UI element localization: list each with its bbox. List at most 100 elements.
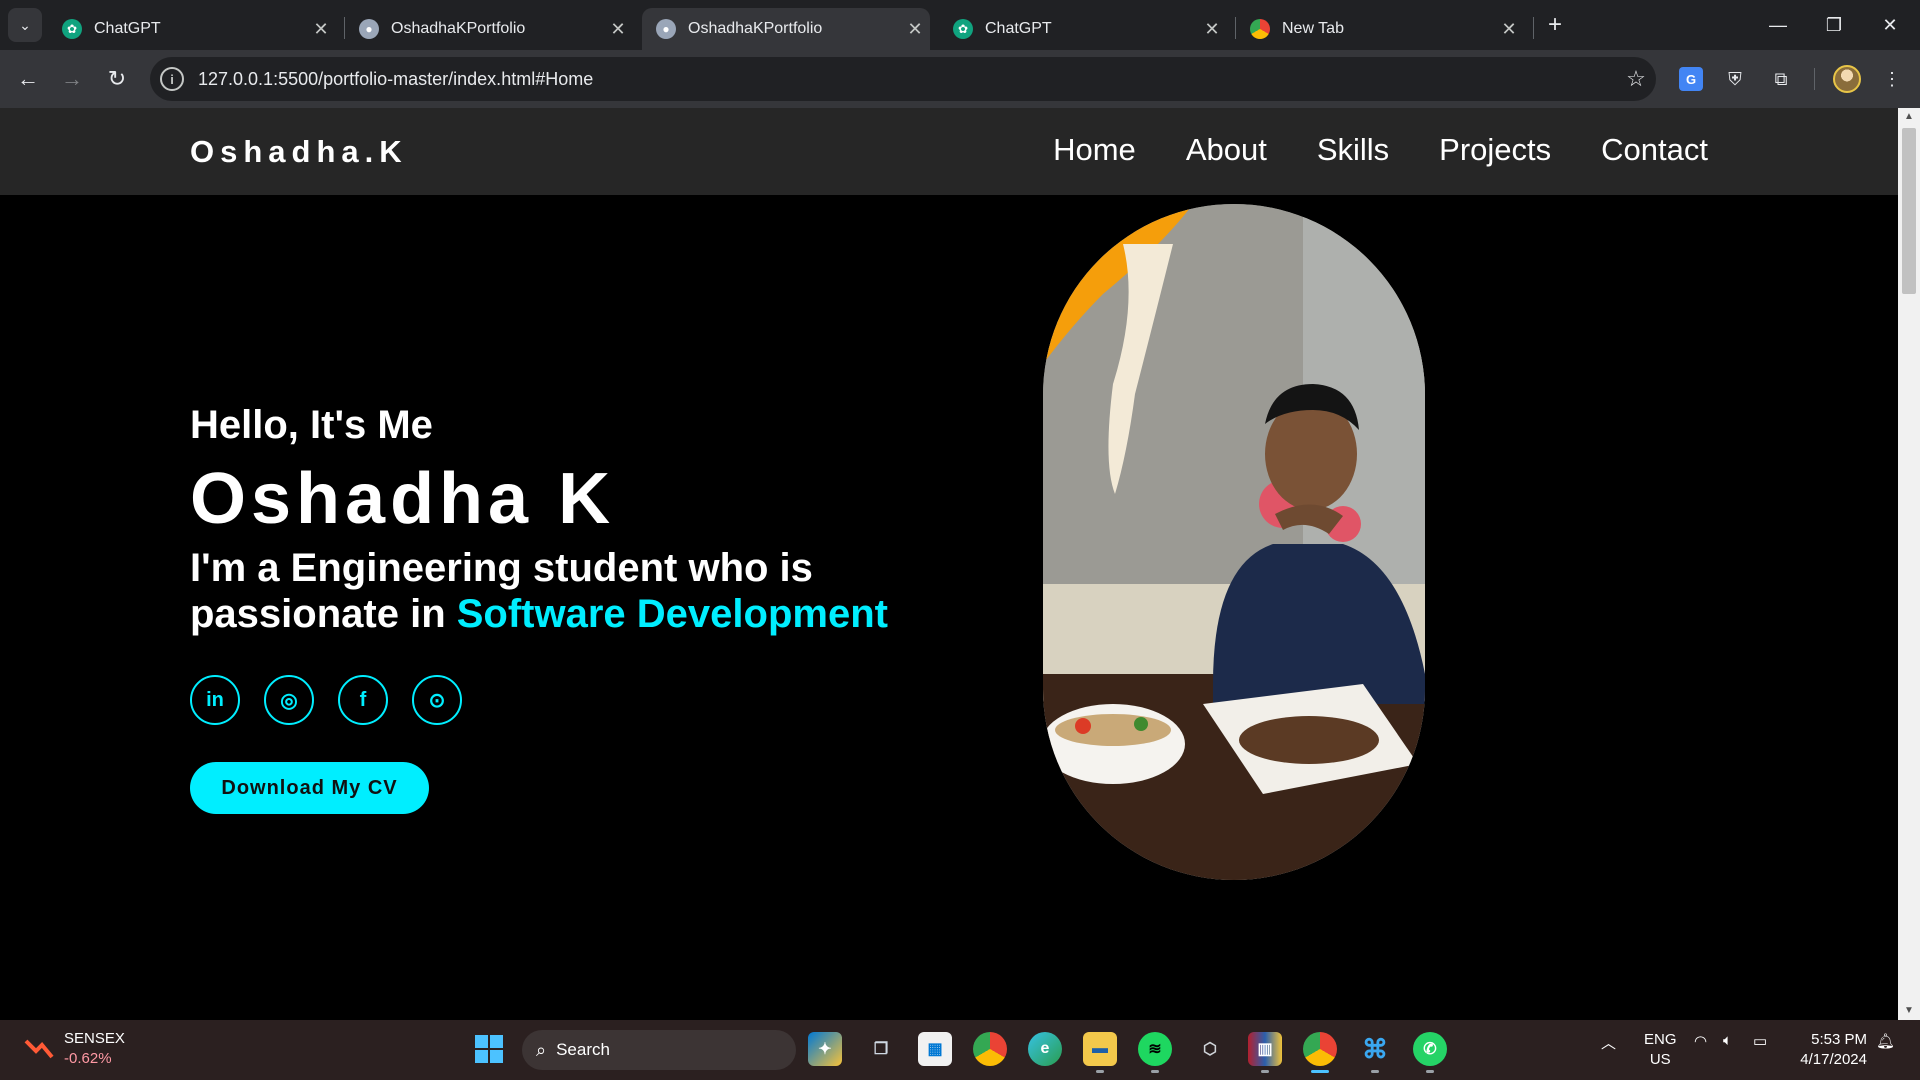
chrome-profile-icon[interactable] (1303, 1032, 1337, 1066)
system-clock[interactable]: 5:53 PM 4/17/2024 (1793, 1030, 1867, 1070)
running-indicator (1151, 1070, 1159, 1073)
running-indicator (1371, 1070, 1379, 1073)
whatsapp-icon[interactable]: ✆ (1413, 1032, 1447, 1066)
extensions-puzzle-icon[interactable]: ⧉ (1765, 63, 1797, 95)
tab-portfolio-2[interactable]: ● OshadhaKPortfolio ✕ (642, 8, 930, 50)
stock-ticker-icon[interactable] (24, 1035, 54, 1061)
show-hidden-icons-chevron-icon[interactable]: ︿ (1601, 1032, 1616, 1053)
close-icon[interactable]: ✕ (1494, 19, 1524, 40)
language-indicator[interactable]: ENG US (1644, 1030, 1677, 1070)
search-icon: ⌕ (536, 1039, 547, 1060)
close-window-button[interactable]: ✕ (1862, 0, 1918, 50)
download-cv-button[interactable]: Download My CV (190, 762, 429, 814)
close-icon[interactable]: ✕ (306, 19, 336, 40)
nav-contact[interactable]: Contact (1601, 132, 1708, 168)
browser-toolbar: ← → ↻ i 127.0.0.1:5500/portfolio-master/… (0, 50, 1920, 108)
active-indicator (1311, 1070, 1329, 1073)
task-view-icon[interactable]: ❐ (864, 1032, 898, 1066)
tagline-accent: Software Development (456, 592, 888, 636)
profile-photo-illustration (1043, 204, 1425, 880)
hero-tagline: I'm a Engineering student who is passion… (190, 545, 950, 637)
new-tab-button[interactable]: + (1538, 8, 1572, 42)
scroll-down-arrow-icon[interactable]: ▼ (1898, 1002, 1920, 1020)
close-icon[interactable]: ✕ (900, 19, 930, 40)
close-icon[interactable]: ✕ (1197, 19, 1227, 40)
running-indicator (1096, 1070, 1104, 1073)
tab-chatgpt-2[interactable]: ✿ ChatGPT ✕ (939, 8, 1227, 50)
github-icon[interactable]: ⊙ (412, 675, 462, 725)
shield-extension-icon[interactable]: ⛨ (1719, 63, 1751, 95)
site-nav: Home About Skills Projects Contact (1053, 132, 1708, 168)
taskbar-search[interactable]: ⌕ Search (522, 1030, 796, 1070)
profile-avatar[interactable] (1833, 65, 1861, 93)
avatar-icon: ● (656, 19, 676, 39)
volume-icon[interactable]: 🔈︎ (1723, 1032, 1732, 1049)
scrollbar-thumb[interactable] (1902, 128, 1916, 294)
chatgpt-icon: ✿ (62, 19, 82, 39)
windows-taskbar: SENSEX -0.62% ⌕ Search ✦ ❐ ▦ e ▬ ≋ ⬡ ▥ ⌘… (0, 1020, 1920, 1080)
linkedin-icon[interactable]: in (190, 675, 240, 725)
toolbar-divider (1814, 68, 1815, 90)
wifi-icon[interactable]: ◠ (1694, 1032, 1707, 1050)
address-bar[interactable]: i 127.0.0.1:5500/portfolio-master/index.… (150, 57, 1656, 101)
tab-chatgpt-1[interactable]: ✿ ChatGPT ✕ (48, 8, 336, 50)
minimize-button[interactable]: — (1750, 0, 1806, 50)
battery-icon[interactable]: ▭ (1753, 1032, 1767, 1050)
running-indicator (1426, 1070, 1434, 1073)
tab-new-tab[interactable]: New Tab ✕ (1236, 8, 1524, 50)
hero-greeting: Hello, It's Me (190, 403, 433, 447)
url-text[interactable]: 127.0.0.1:5500/portfolio-master/index.ht… (198, 69, 1616, 90)
notification-bell-icon[interactable]: 🔔︎ (1876, 1032, 1895, 1050)
edge-icon[interactable]: e (1028, 1032, 1062, 1066)
nav-home[interactable]: Home (1053, 132, 1136, 168)
avatar-icon: ● (359, 19, 379, 39)
search-placeholder: Search (556, 1040, 610, 1059)
hero-name: Oshadha K (190, 459, 616, 539)
file-explorer-icon[interactable]: ▬ (1083, 1032, 1117, 1066)
tab-search-button[interactable]: ⌄ (8, 8, 42, 42)
chrome-icon (1250, 19, 1270, 39)
tab-title: ChatGPT (985, 20, 1052, 37)
close-icon[interactable]: ✕ (603, 19, 633, 40)
clock-date: 4/17/2024 (1800, 1051, 1867, 1068)
language-code: ENG (1644, 1031, 1677, 1048)
nav-skills[interactable]: Skills (1317, 132, 1389, 168)
google-translate-icon[interactable]: G (1679, 67, 1703, 91)
microsoft-store-icon[interactable]: ▦ (918, 1032, 952, 1066)
tab-title: OshadhaKPortfolio (391, 20, 526, 37)
facebook-icon[interactable]: f (338, 675, 388, 725)
instagram-icon[interactable]: ◎ (264, 675, 314, 725)
tab-title: ChatGPT (94, 20, 161, 37)
tab-divider (1533, 17, 1534, 39)
copilot-icon[interactable]: ✦ (808, 1032, 842, 1066)
chrome-icon[interactable] (973, 1032, 1007, 1066)
page-scrollbar[interactable]: ▲ ▼ (1898, 108, 1920, 1020)
nav-about[interactable]: About (1186, 132, 1267, 168)
running-indicator (1261, 1070, 1269, 1073)
restore-button[interactable]: ❐ (1806, 0, 1862, 50)
spotify-icon[interactable]: ≋ (1138, 1032, 1172, 1066)
site-info-icon[interactable]: i (160, 67, 184, 91)
chatgpt-icon: ✿ (953, 19, 973, 39)
social-links: in ◎ f ⊙ (190, 675, 462, 725)
scroll-up-arrow-icon[interactable]: ▲ (1898, 108, 1920, 126)
app-cube-icon[interactable]: ⬡ (1193, 1032, 1227, 1066)
region-code: US (1649, 1051, 1671, 1068)
ticker-change[interactable]: -0.62% (64, 1050, 112, 1067)
bookmark-star-icon[interactable]: ☆ (1616, 66, 1656, 92)
tab-portfolio-1[interactable]: ● OshadhaKPortfolio ✕ (345, 8, 633, 50)
more-menu-icon[interactable]: ⋮ (1876, 63, 1908, 95)
back-button[interactable]: ← (10, 61, 46, 97)
start-menu-icon[interactable] (472, 1032, 506, 1066)
profile-photo (1043, 204, 1425, 880)
ticker-name[interactable]: SENSEX (64, 1030, 125, 1047)
tab-title: OshadhaKPortfolio (688, 20, 823, 37)
reload-button[interactable]: ↻ (99, 61, 135, 97)
winrar-icon[interactable]: ▥ (1248, 1032, 1282, 1066)
vscode-icon[interactable]: ⌘ (1358, 1032, 1392, 1066)
site-logo[interactable]: Oshadha.K (190, 134, 408, 170)
forward-button[interactable]: → (54, 61, 90, 97)
web-page: Oshadha.K Home About Skills Projects Con… (0, 108, 1898, 1020)
tab-title: New Tab (1282, 20, 1344, 37)
nav-projects[interactable]: Projects (1439, 132, 1551, 168)
